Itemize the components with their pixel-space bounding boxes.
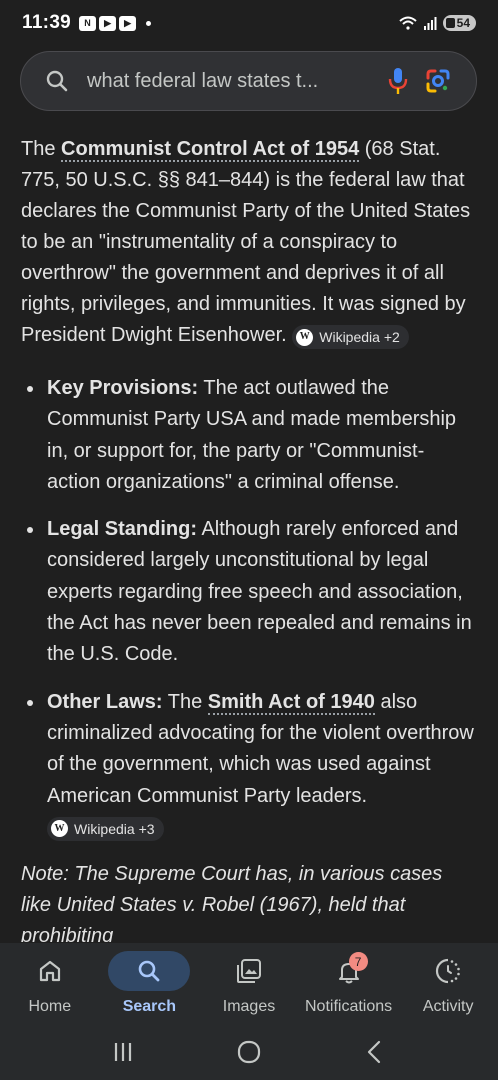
nav-notifications[interactable]: 7 Notifications — [299, 943, 399, 1023]
nav-activity-label: Activity — [422, 998, 474, 1015]
wifi-icon — [398, 16, 417, 30]
youtube-icon: ▶ — [99, 15, 117, 31]
search-icon — [39, 63, 75, 99]
wikipedia-icon: W — [51, 820, 68, 838]
recent-apps-button[interactable] — [103, 1032, 143, 1072]
activity-icon — [436, 958, 460, 984]
youtube-icon: ▶ — [119, 15, 137, 31]
status-app-icons: N ▶ ▶ — [79, 15, 137, 31]
home-button[interactable] — [229, 1032, 269, 1072]
wikipedia-icon: W — [296, 328, 314, 346]
more-notifications-dot — [146, 20, 152, 26]
back-button[interactable] — [355, 1032, 395, 1072]
answer-bullets: Key Provisions: The act outlawed the Com… — [21, 373, 477, 843]
notification-app-icon: N — [79, 15, 97, 31]
home-icon — [39, 960, 60, 982]
battery-indicator: 54 — [442, 15, 476, 31]
nav-images-label: Images — [222, 998, 276, 1015]
mic-icon[interactable] — [378, 61, 418, 101]
communist-control-act-link[interactable]: Communist Control Act of 1954 — [61, 138, 360, 162]
nav-images[interactable]: Images — [199, 943, 299, 1023]
home-circle-icon — [237, 1040, 261, 1063]
bullet-other-laws: Other Laws: The Smith Act of 1940 also c… — [21, 687, 477, 843]
nav-home[interactable]: Home — [0, 943, 100, 1023]
wikipedia-source-chip[interactable]: W Wikipedia +3 — [47, 816, 164, 841]
bullet-key-provisions: Key Provisions: The act outlawed the Com… — [21, 373, 477, 498]
nav-home-label: Home — [28, 998, 72, 1015]
nav-search-label: Search — [122, 998, 177, 1015]
bullet-legal-standing: Legal Standing: Although rarely enforced… — [21, 514, 477, 670]
status-time: 11:39 — [22, 12, 72, 33]
status-right: 54 — [398, 15, 476, 31]
recent-apps-icon — [114, 1042, 132, 1061]
nav-activity[interactable]: Activity — [398, 943, 498, 1023]
bottom-nav: Home Search Images 7 Notifications Activ… — [0, 943, 498, 1023]
search-input[interactable]: what federal law states t... — [87, 70, 378, 93]
google-lens-icon[interactable] — [418, 61, 458, 101]
back-chevron-icon — [367, 1040, 381, 1063]
answer-note: Note: The Supreme Court has, in various … — [21, 863, 443, 942]
notification-count-badge: 7 — [348, 952, 368, 971]
search-icon — [139, 960, 160, 982]
signal-icon — [423, 17, 437, 30]
system-navigation-bar — [0, 1023, 498, 1080]
nav-search[interactable]: Search — [100, 943, 200, 1023]
images-icon — [236, 959, 261, 983]
nav-notifications-label: Notifications — [305, 998, 393, 1015]
search-bar[interactable]: what federal law states t... — [20, 51, 477, 111]
ai-answer-content: The Communist Control Act of 1954 (68 St… — [21, 134, 477, 942]
wikipedia-source-chip[interactable]: W Wikipedia +2 — [292, 325, 409, 349]
smith-act-link[interactable]: Smith Act of 1940 — [207, 690, 375, 715]
answer-intro: The Communist Control Act of 1954 (68 St… — [21, 134, 477, 351]
status-bar: 11:39 N ▶ ▶ 54 — [0, 0, 498, 46]
